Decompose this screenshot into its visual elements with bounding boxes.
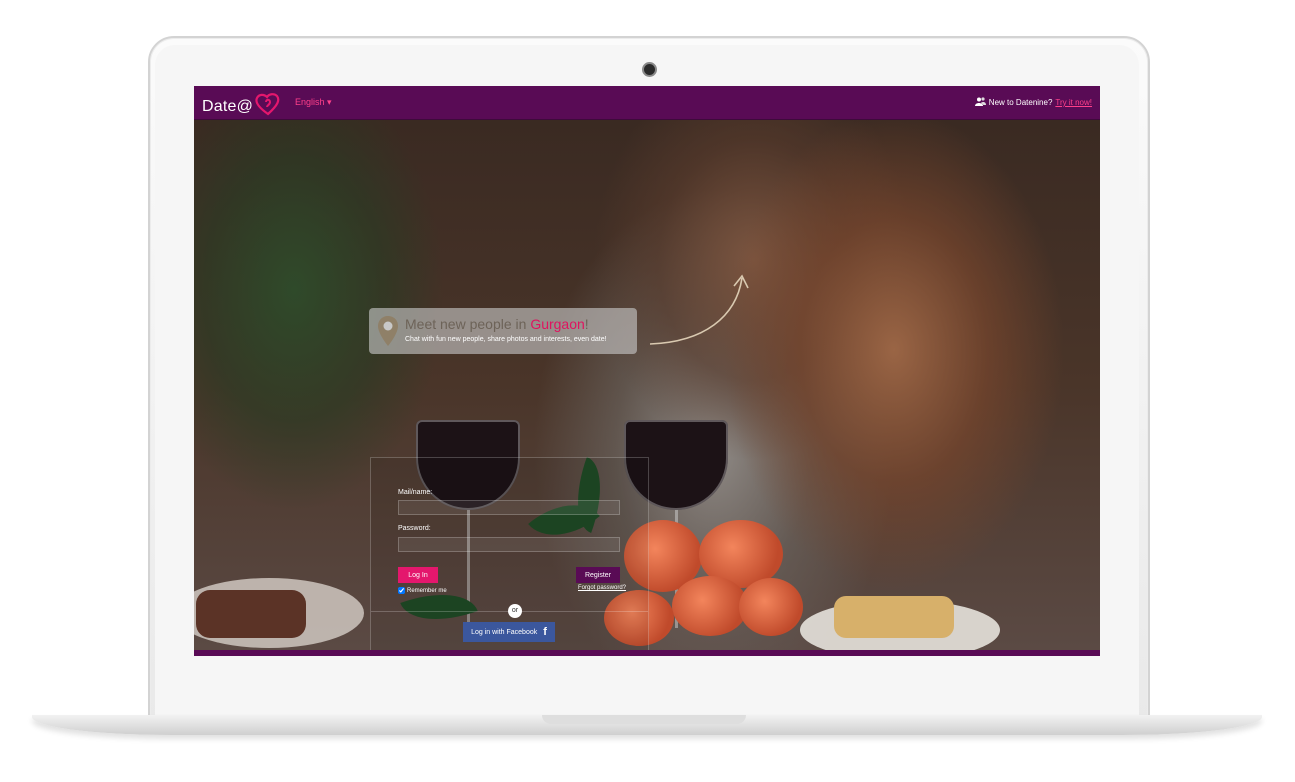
new-user-text: New to Datenine? bbox=[988, 98, 1053, 107]
laptop-screen: Date@ English ▾ New to Datenine? Try it … bbox=[194, 86, 1100, 656]
heart-icon bbox=[254, 92, 282, 121]
webcam-icon bbox=[642, 62, 657, 77]
forgot-password-link[interactable]: Forgot password? bbox=[578, 585, 626, 591]
location-pin-icon bbox=[377, 315, 399, 352]
promo-city: Gurgaon bbox=[530, 316, 585, 332]
laptop-notch bbox=[542, 715, 746, 724]
top-navbar: Date@ English ▾ New to Datenine? Try it … bbox=[194, 86, 1100, 120]
mail-label: Mail/name: bbox=[398, 489, 433, 496]
food bbox=[834, 596, 954, 638]
caret-down-icon: ▾ bbox=[327, 97, 332, 107]
promo-title-suffix: ! bbox=[584, 316, 589, 332]
promo-callout: Meet new people in Gurgaon! Chat with fu… bbox=[369, 308, 637, 354]
language-selector[interactable]: English ▾ bbox=[295, 97, 332, 108]
signup-prompt: New to Datenine? Try it now! bbox=[974, 97, 1092, 108]
footer-strip bbox=[194, 650, 1100, 656]
register-button[interactable]: Register bbox=[576, 567, 620, 583]
facebook-login-label: Log in with Facebook bbox=[471, 628, 538, 636]
try-it-now-link[interactable]: Try it now! bbox=[1055, 98, 1092, 107]
remember-me-checkbox[interactable] bbox=[398, 587, 405, 594]
rose bbox=[739, 578, 803, 636]
facebook-login-button[interactable]: Log in with Facebook f bbox=[463, 622, 555, 642]
login-button[interactable]: Log In bbox=[398, 567, 438, 583]
or-badge: or bbox=[508, 604, 522, 618]
mail-input[interactable] bbox=[398, 500, 620, 515]
users-icon bbox=[974, 97, 986, 108]
facebook-icon: f bbox=[543, 626, 547, 638]
promo-subtitle: Chat with fun new people, share photos a… bbox=[405, 336, 607, 343]
promo-title: Meet new people in Gurgaon! bbox=[405, 316, 589, 332]
rose bbox=[672, 576, 748, 636]
remember-me-label: Remember me bbox=[407, 587, 447, 594]
language-label: English bbox=[295, 97, 325, 107]
logo-text: Date@ bbox=[202, 97, 254, 115]
remember-me[interactable]: Remember me bbox=[398, 587, 447, 594]
promo-title-prefix: Meet new people in bbox=[405, 316, 531, 332]
site-logo[interactable]: Date@ bbox=[202, 92, 282, 121]
login-panel: Mail/name: Password: Log In Register Rem… bbox=[370, 457, 649, 656]
food bbox=[196, 590, 306, 638]
password-input[interactable] bbox=[398, 537, 620, 552]
password-label: Password: bbox=[398, 525, 431, 532]
curved-arrow-icon bbox=[649, 274, 749, 345]
